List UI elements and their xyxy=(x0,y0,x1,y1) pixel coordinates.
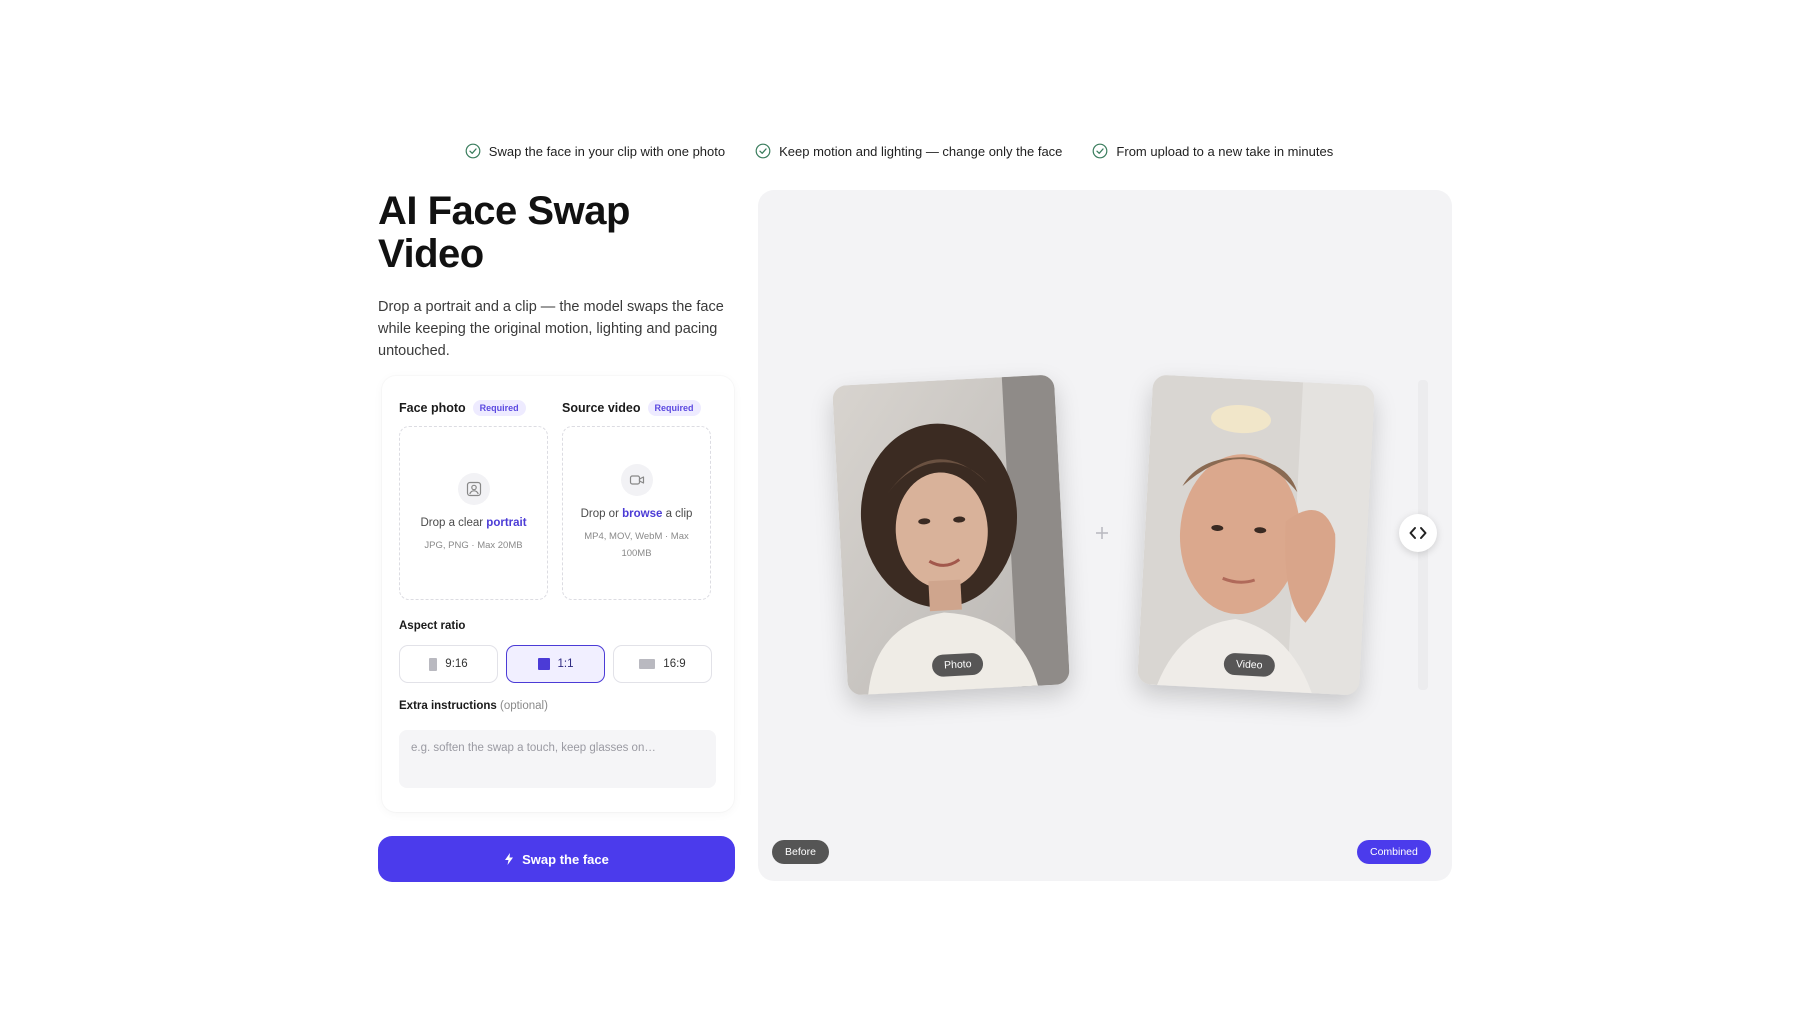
required-badge: Required xyxy=(647,400,701,416)
feature-item: From upload to a new take in minutes xyxy=(1092,143,1333,159)
bolt-icon xyxy=(505,853,514,865)
check-circle-icon xyxy=(465,143,481,159)
optional-hint: (optional) xyxy=(499,700,548,712)
video-preview-tile: Video xyxy=(1137,374,1375,696)
source-video-drop-text: Drop or browse a clip xyxy=(581,508,693,520)
ratio-option-9-16[interactable]: 9:16 xyxy=(399,645,498,683)
face-photo-drop-text: Drop a clear portrait xyxy=(420,517,526,529)
swap-face-button[interactable]: Swap the face xyxy=(378,836,735,882)
feature-text: From upload to a new take in minutes xyxy=(1116,143,1334,159)
plus-icon xyxy=(1096,527,1108,539)
browse-link[interactable]: browse xyxy=(622,508,662,520)
check-circle-icon xyxy=(1093,143,1108,159)
face-photo-formats: JPG, PNG · Max 20MB xyxy=(424,539,523,551)
ratio-option-16-9[interactable]: 16:9 xyxy=(613,645,712,683)
swap-arrows-icon xyxy=(1409,527,1427,539)
page-description: Drop a portrait and a clip — the model s… xyxy=(378,299,724,359)
face-photo-label: Face photo xyxy=(399,401,466,415)
check-circle-icon xyxy=(755,143,771,159)
portrait-icon xyxy=(457,472,490,505)
video-tag: Video xyxy=(1223,652,1276,678)
extra-instructions-label: Extra instructions (optional) xyxy=(399,700,548,712)
ratio-label: 16:9 xyxy=(663,658,686,670)
page-title: AI Face Swap Video xyxy=(378,190,735,276)
video-frame xyxy=(1137,374,1375,696)
extra-label-text: Extra instructions xyxy=(399,700,497,712)
drop-prefix: Drop a clear xyxy=(420,516,487,529)
source-video-label-row: Source video Required xyxy=(562,400,701,416)
feature-text: Keep motion and lighting — change only t… xyxy=(779,143,1063,159)
ratio-label: 1:1 xyxy=(557,658,574,670)
preview-panel: Photo Video Before Combined xyxy=(758,190,1452,881)
feature-item: Swap the face in your clip with one phot… xyxy=(465,143,725,159)
source-video-label: Source video xyxy=(562,401,641,415)
portrait-ratio-icon xyxy=(429,657,438,671)
ratio-label: 9:16 xyxy=(445,658,468,670)
face-photo-dropzone[interactable]: Drop a clear portrait JPG, PNG · Max 20M… xyxy=(399,426,548,600)
photo-preview-tile: Photo xyxy=(832,374,1070,696)
photo-tag: Photo xyxy=(931,652,985,678)
combined-tag[interactable]: Combined xyxy=(1357,840,1431,864)
ratio-option-1-1[interactable]: 1:1 xyxy=(506,645,605,683)
before-tag[interactable]: Before xyxy=(772,840,829,864)
feature-text: Swap the face in your clip with one phot… xyxy=(488,143,726,159)
video-camera-icon xyxy=(620,464,653,496)
swap-face-label: Swap the face xyxy=(522,851,609,867)
portrait-link[interactable]: portrait xyxy=(486,517,526,529)
face-photo-label-row: Face photo Required xyxy=(399,400,526,416)
feature-item: Keep motion and lighting — change only t… xyxy=(755,143,1062,159)
drop-prefix: Drop or xyxy=(580,508,623,520)
upload-form-card: Face photo Required Source video Require… xyxy=(382,376,734,812)
title-line-1: AI Face Swap xyxy=(378,189,630,233)
portrait-photo xyxy=(832,374,1070,696)
compare-toggle-button[interactable] xyxy=(1399,514,1437,552)
landscape-ratio-icon xyxy=(639,659,656,669)
source-video-formats: MP4, MOV, WebM · Max 100MB xyxy=(584,531,689,559)
square-ratio-icon xyxy=(537,658,550,670)
aspect-ratio-options: 9:16 1:1 16:9 xyxy=(399,645,712,683)
hero: AI Face Swap Video Drop a portrait and a… xyxy=(378,190,735,362)
drop-suffix: a clip xyxy=(662,508,693,520)
extra-instructions-input[interactable]: e.g. soften the swap a touch, keep glass… xyxy=(399,730,716,788)
aspect-ratio-label: Aspect ratio xyxy=(399,620,466,632)
feature-strip: Swap the face in your clip with one phot… xyxy=(0,143,1798,159)
title-line-2: Video xyxy=(378,232,484,276)
source-video-dropzone[interactable]: Drop or browse a clip MP4, MOV, WebM · M… xyxy=(562,426,711,600)
required-badge: Required xyxy=(472,400,526,416)
